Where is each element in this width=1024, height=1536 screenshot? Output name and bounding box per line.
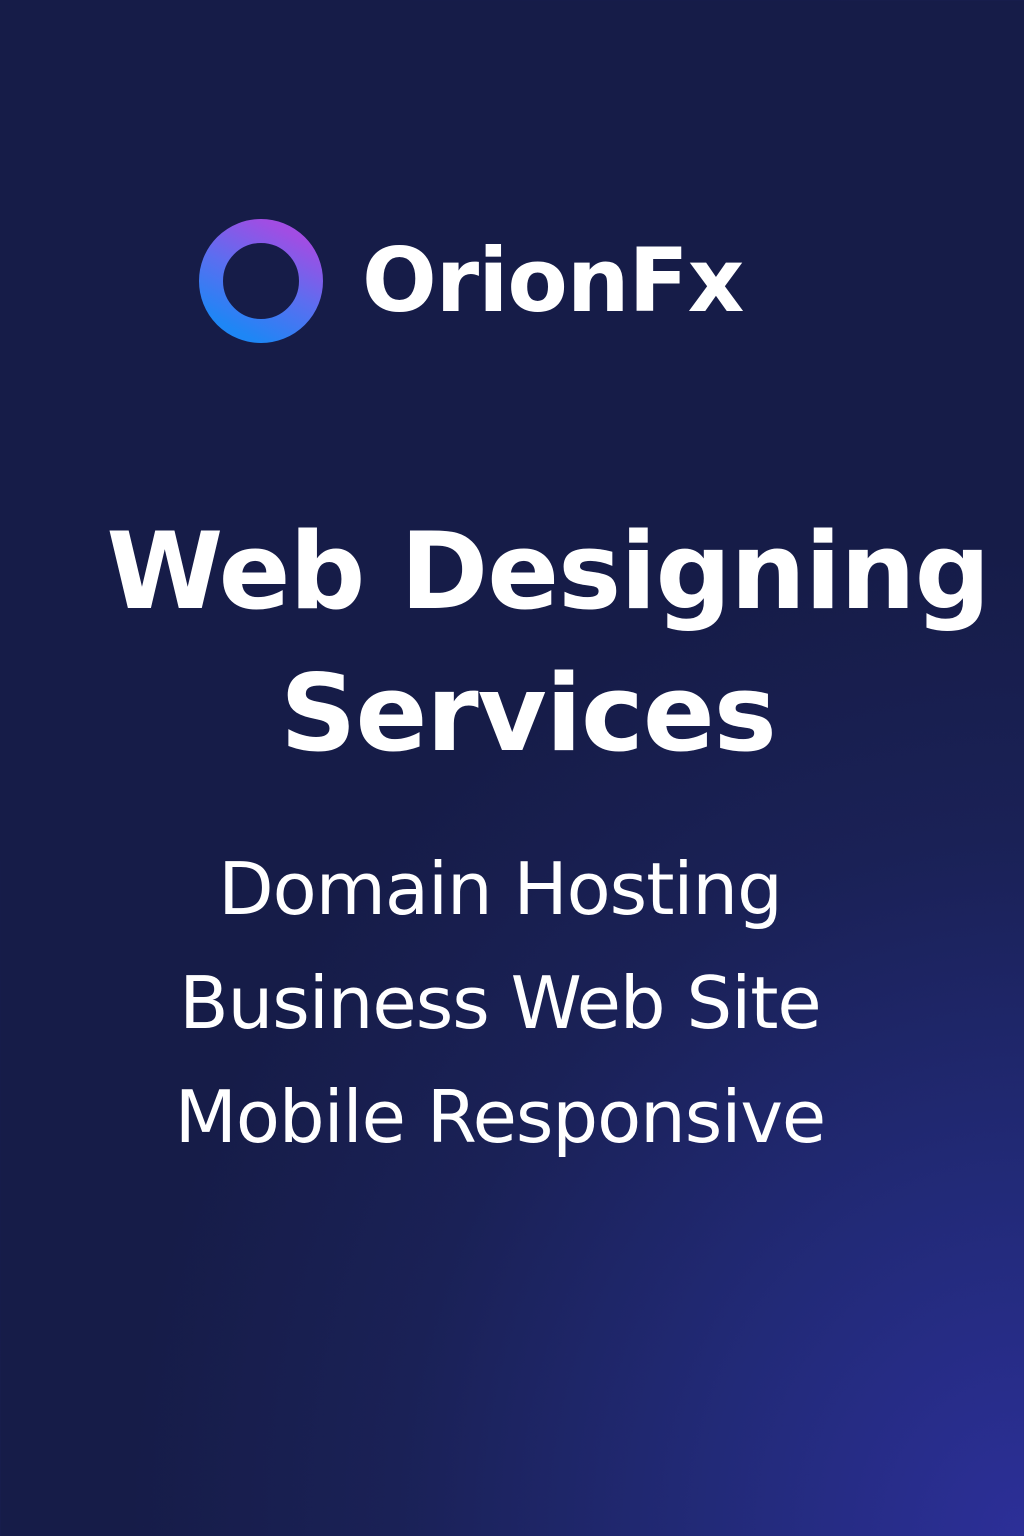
service-item-mobile-responsive: Mobile Responsive <box>174 1075 826 1159</box>
headline-line-2: Services <box>280 652 777 776</box>
ring-logo-icon <box>199 219 323 343</box>
brand-name: OrionFx <box>362 229 744 332</box>
service-item-business-web-site: Business Web Site <box>179 961 821 1045</box>
services-list: Domain Hosting Business Web Site Mobile … <box>0 832 1000 1174</box>
brand-header: OrionFx <box>198 218 744 344</box>
headline-line-1: Web Designing <box>106 510 990 633</box>
service-item-domain-hosting: Domain Hosting <box>218 847 783 931</box>
page-title: Web Designing Services <box>0 498 1024 789</box>
